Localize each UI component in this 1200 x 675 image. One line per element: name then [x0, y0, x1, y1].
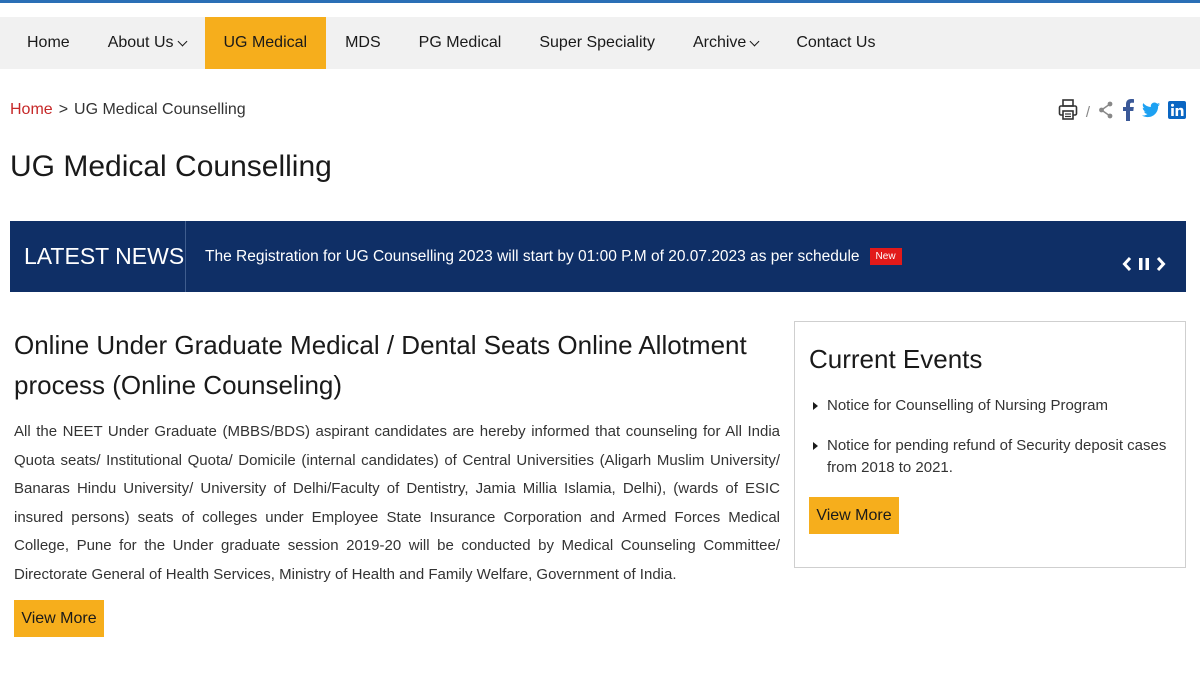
breadcrumb: Home > UG Medical Counselling	[10, 101, 246, 119]
nav-item-archive[interactable]: Archive	[674, 17, 777, 69]
news-headline-link[interactable]: The Registration for UG Counselling 2023…	[205, 248, 860, 266]
main-nav: Home About Us UG Medical MDS PG Medical …	[0, 17, 1200, 69]
nav-item-ug-medical[interactable]: UG Medical	[204, 17, 327, 69]
current-events-list: Notice for Counselling of Nursing Progra…	[809, 395, 1171, 479]
twitter-icon[interactable]	[1142, 102, 1160, 123]
pause-icon[interactable]	[1138, 257, 1150, 276]
linkedin-icon[interactable]	[1168, 101, 1186, 124]
share-icon[interactable]	[1098, 101, 1114, 124]
main-view-more-button[interactable]: View More	[14, 600, 104, 637]
print-icon[interactable]	[1058, 99, 1078, 126]
breadcrumb-home-link[interactable]: Home	[10, 101, 53, 119]
current-events-panel: Current Events Notice for Counselling of…	[794, 321, 1186, 568]
caret-right-icon	[813, 442, 818, 450]
chevron-down-icon	[177, 36, 187, 46]
current-events-title: Current Events	[809, 344, 983, 374]
latest-news-label: LATEST NEWS	[10, 221, 186, 292]
social-separator: /	[1085, 104, 1090, 121]
social-toolbar: /	[1058, 99, 1186, 126]
facebook-icon[interactable]	[1122, 99, 1134, 126]
chevron-down-icon	[749, 36, 760, 46]
news-controls	[1122, 256, 1186, 277]
new-badge: New	[869, 248, 902, 265]
breadcrumb-current: UG Medical Counselling	[74, 101, 246, 118]
chevron-right-icon[interactable]	[1156, 256, 1166, 277]
main-article-title: Online Under Graduate Medical / Dental S…	[14, 330, 747, 400]
list-item[interactable]: Notice for pending refund of Security de…	[809, 435, 1171, 479]
main-article-body: All the NEET Under Graduate (MBBS/BDS) a…	[14, 423, 780, 583]
top-stripe	[0, 0, 1200, 3]
nav-item-super-speciality[interactable]: Super Speciality	[520, 17, 674, 69]
breadcrumb-separator: >	[58, 101, 69, 118]
nav-item-contact-us[interactable]: Contact Us	[777, 17, 894, 69]
news-headline: The Registration for UG Counselling 2023…	[186, 248, 1122, 266]
nav-item-pg-medical[interactable]: PG Medical	[400, 17, 521, 69]
caret-right-icon	[813, 402, 818, 410]
list-item[interactable]: Notice for Counselling of Nursing Progra…	[809, 395, 1171, 417]
nav-item-home[interactable]: Home	[8, 17, 89, 69]
nav-item-mds[interactable]: MDS	[326, 17, 400, 69]
events-view-more-button[interactable]: View More	[809, 497, 899, 534]
page-title: UG Medical Counselling	[10, 150, 332, 183]
chevron-left-icon[interactable]	[1122, 256, 1132, 277]
nav-item-about-us[interactable]: About Us	[89, 17, 205, 69]
latest-news-ticker: LATEST NEWS The Registration for UG Coun…	[10, 221, 1186, 292]
